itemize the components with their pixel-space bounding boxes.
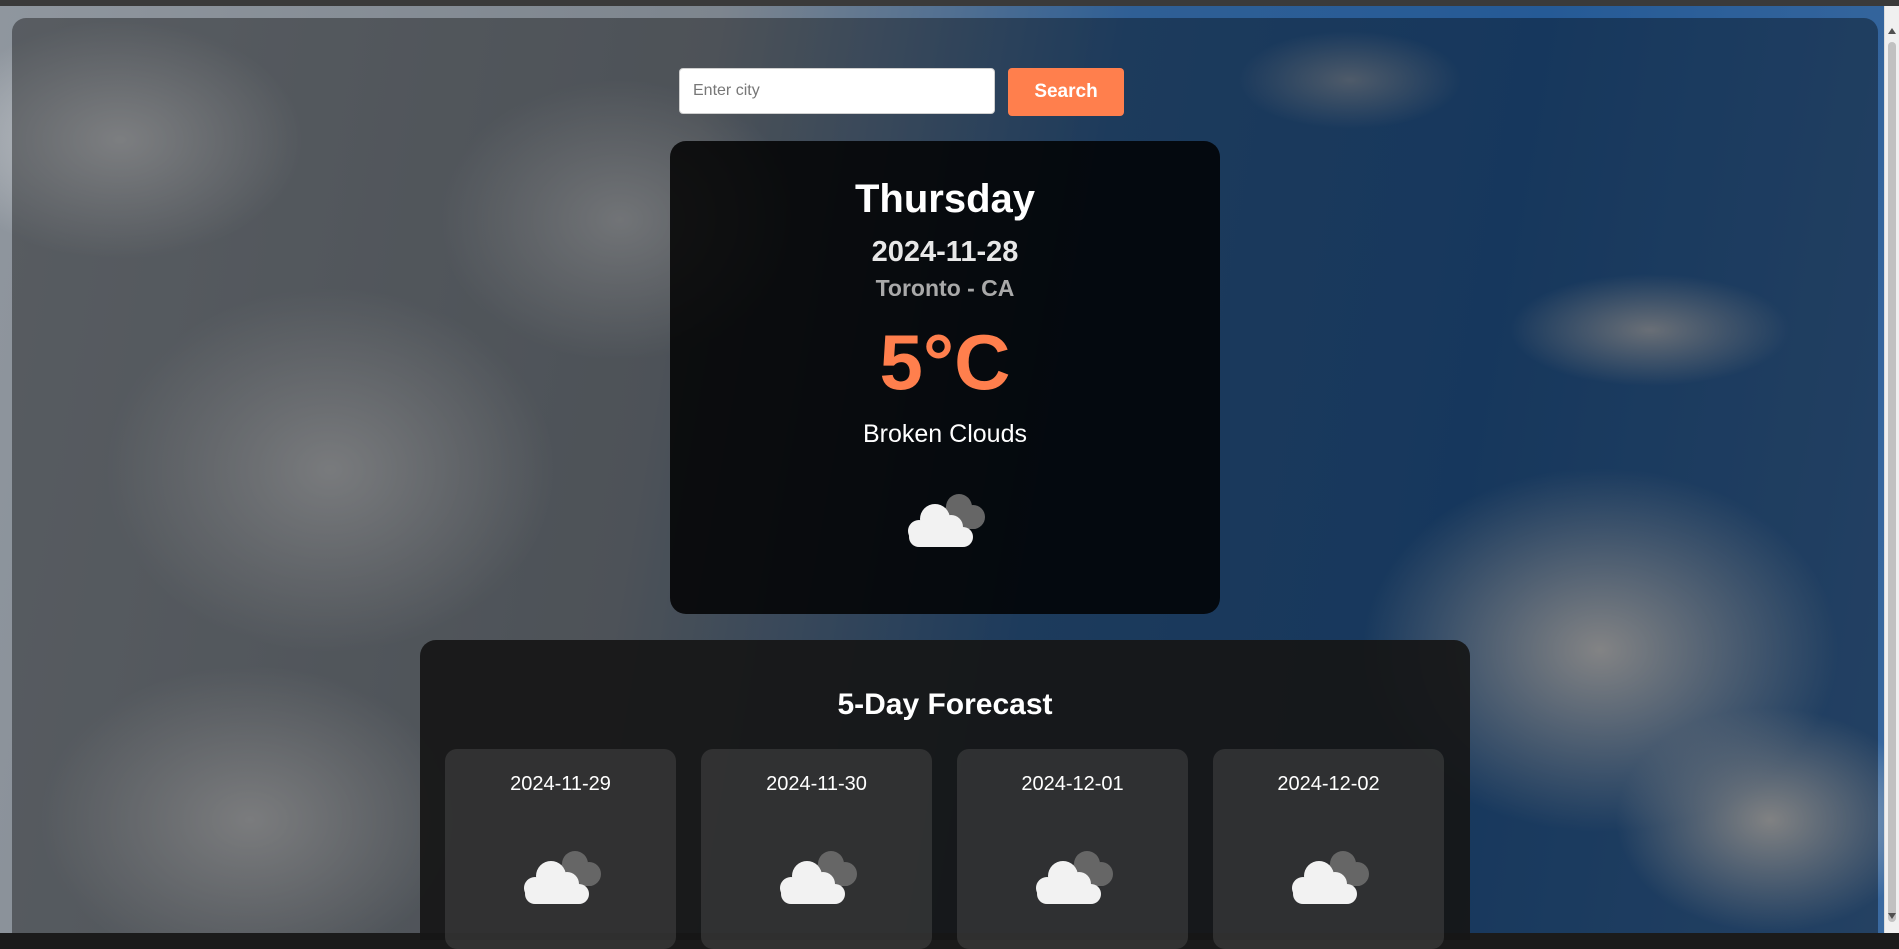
forecast-day-card: 2024-12-02 — [1213, 749, 1444, 949]
scrollbar-thumb[interactable] — [1888, 42, 1896, 922]
search-button[interactable]: Search — [1008, 68, 1124, 116]
broken-clouds-icon — [1029, 848, 1119, 913]
forecast-panel: 5-Day Forecast 2024-11-29 2024-11-30 202… — [420, 640, 1470, 949]
current-location: Toronto - CA — [875, 275, 1015, 301]
weather-description: Broken Clouds — [863, 420, 1027, 448]
current-day: Thursday — [854, 177, 1036, 221]
current-date: 2024-11-28 — [871, 236, 1019, 268]
broken-clouds-icon — [773, 848, 863, 913]
forecast-day-card: 2024-12-01 — [957, 749, 1188, 949]
broken-clouds-icon — [517, 848, 607, 913]
forecast-day-card: 2024-11-30 — [701, 749, 932, 949]
search-bar: Search — [679, 68, 1124, 116]
city-search-input[interactable] — [679, 68, 995, 114]
scroll-down-icon[interactable] — [1888, 913, 1896, 919]
forecast-title: 5-Day Forecast — [837, 688, 1053, 721]
current-temperature: 5°C — [879, 318, 1011, 406]
forecast-date: 2024-11-29 — [510, 773, 611, 795]
forecast-date: 2024-11-30 — [766, 773, 867, 795]
forecast-date: 2024-12-02 — [1277, 773, 1380, 795]
broken-clouds-icon — [1285, 848, 1375, 913]
vertical-scrollbar[interactable] — [1884, 6, 1899, 933]
browser-top-edge — [0, 0, 1899, 6]
forecast-date: 2024-12-01 — [1021, 773, 1124, 795]
scroll-up-icon[interactable] — [1888, 28, 1896, 34]
current-weather-card: Thursday 2024-11-28 Toronto - CA 5°C Bro… — [670, 141, 1220, 614]
broken-clouds-icon — [901, 491, 991, 556]
forecast-day-card: 2024-11-29 — [445, 749, 676, 949]
